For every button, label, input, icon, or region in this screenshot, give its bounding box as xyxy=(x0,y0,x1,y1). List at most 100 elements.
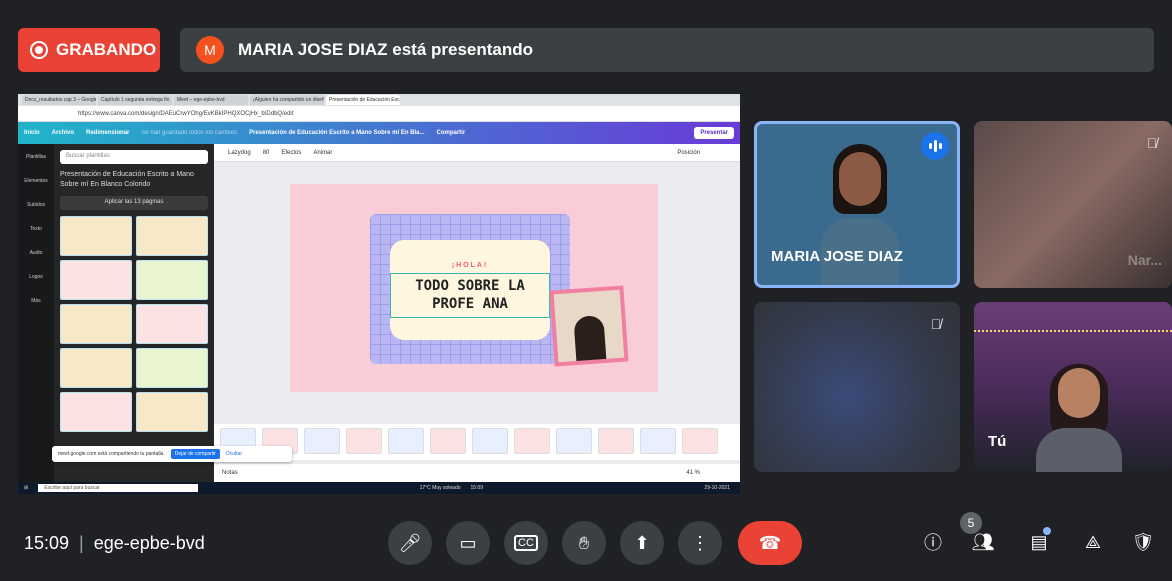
page-thumb[interactable] xyxy=(430,428,466,454)
canva-share-button[interactable]: Compartir xyxy=(437,130,466,136)
address-bar[interactable]: https://www.canva.com/design/DAEuCrwYOhg… xyxy=(18,106,740,122)
mic-off-icon: 🎙̸ xyxy=(1146,135,1158,151)
page-thumb[interactable] xyxy=(346,428,382,454)
presenting-banner: M MARIA JOSE DIAZ está presentando xyxy=(180,28,1154,72)
people-icon: 👥︎ xyxy=(971,531,995,552)
speaking-indicator-icon xyxy=(921,132,949,160)
page-thumb[interactable] xyxy=(556,428,592,454)
meeting-details-button[interactable]: ⓘ xyxy=(918,527,948,557)
side-elementos[interactable]: Elementos xyxy=(24,178,48,184)
template-thumb[interactable] xyxy=(60,259,132,300)
taskbar-date: 29-10-2021 xyxy=(704,485,730,491)
presenter-avatar: M xyxy=(196,36,224,64)
template-thumb[interactable] xyxy=(136,215,208,256)
page-thumb[interactable] xyxy=(514,428,550,454)
effects-button[interactable]: Efectos xyxy=(281,150,301,156)
slide-hola: ¡HOLA! xyxy=(451,262,489,269)
zoom-level[interactable]: 41 % xyxy=(686,470,700,476)
taskbar-time: 15:09 xyxy=(470,485,484,491)
camera-icon: ▭ xyxy=(459,532,477,553)
microphone-button[interactable]: 🎤︎ xyxy=(388,521,432,565)
browser-tab[interactable]: ¡Alguien ha compartido un diseño xyxy=(250,95,324,105)
browser-tab-active[interactable]: Presentación de Educación Escri xyxy=(326,95,400,105)
position-button[interactable]: Posición xyxy=(677,150,700,156)
page-thumb[interactable] xyxy=(388,428,424,454)
participant-video xyxy=(821,142,899,285)
page-filmstrip xyxy=(214,424,740,460)
template-thumb[interactable] xyxy=(136,391,208,432)
weather-widget[interactable]: 17°C Muy soleado xyxy=(420,485,461,491)
side-subidos[interactable]: Subidos xyxy=(27,202,45,208)
presenter-text: MARIA JOSE DIAZ está presentando xyxy=(238,40,534,59)
meeting-info: 15:09 | ege-epbe-bvd xyxy=(24,533,205,554)
more-vert-icon: ⋮ xyxy=(691,532,709,553)
slide-canvas[interactable]: ¡HOLA! TODO SOBRE LA PROFE ANA xyxy=(290,184,658,392)
page-thumb[interactable] xyxy=(598,428,634,454)
shared-screen[interactable]: Docs_resultados cap 3 – Google Capítulo … xyxy=(18,94,740,494)
camera-button[interactable]: ▭ xyxy=(446,521,490,565)
browser-tab[interactable]: Docs_resultados cap 3 – Google xyxy=(22,95,96,105)
template-thumb[interactable] xyxy=(60,391,132,432)
self-label: Tú xyxy=(988,433,1007,450)
canva-present-button[interactable]: Presentar xyxy=(694,127,734,139)
notes-button[interactable]: Notas xyxy=(222,470,238,476)
side-texto[interactable]: Texto xyxy=(30,226,42,232)
windows-start-icon[interactable]: ⊞ xyxy=(24,485,28,491)
captions-button[interactable]: CC xyxy=(504,521,548,565)
editor-toolbar: Lazydog 80 Efectos Animar Posición xyxy=(214,144,740,162)
font-size[interactable]: 80 xyxy=(263,150,270,156)
slide-photo[interactable] xyxy=(549,285,629,367)
canva-saved-status: Se han guardado todos los cambios xyxy=(141,130,238,136)
taskbar-search[interactable]: Escribe aquí para buscar xyxy=(38,484,199,492)
font-select[interactable]: Lazydog xyxy=(228,150,251,156)
separator: | xyxy=(79,533,84,553)
canva-menu-archivo[interactable]: Archivo xyxy=(52,130,74,136)
template-thumb[interactable] xyxy=(60,347,132,388)
raise-hand-button[interactable]: ✋︎ xyxy=(562,521,606,565)
hang-up-icon: ☎︎ xyxy=(758,532,782,553)
participant-tile-blurred[interactable]: 🎙̸ Nar... xyxy=(974,121,1172,288)
activities-icon: ⟁ xyxy=(1084,531,1102,552)
template-thumb[interactable] xyxy=(60,303,132,344)
captions-icon: CC xyxy=(514,535,538,551)
stop-sharing-button[interactable]: Dejar de compartir xyxy=(170,449,220,459)
page-thumb[interactable] xyxy=(640,428,676,454)
canva-toolbar: Inicio Archivo Redimensionar Se han guar… xyxy=(18,122,740,144)
browser-tab[interactable]: Capítulo 1 segunda entrega fin xyxy=(98,95,172,105)
meeting-code[interactable]: ege-epbe-bvd xyxy=(94,533,205,554)
page-thumb[interactable] xyxy=(682,428,718,454)
mic-off-icon: 🎙̸ xyxy=(930,316,942,332)
page-thumb[interactable] xyxy=(472,428,508,454)
template-thumb[interactable] xyxy=(136,347,208,388)
page-thumb[interactable] xyxy=(304,428,340,454)
participant-name: MARIA JOSE DIAZ xyxy=(771,248,903,265)
animate-button[interactable]: Animar xyxy=(313,150,332,156)
side-mas[interactable]: Más xyxy=(31,298,40,304)
hide-notice-button[interactable]: Ocultar xyxy=(226,451,242,457)
template-thumb[interactable] xyxy=(60,215,132,256)
template-search-input[interactable]: Buscar plantillas xyxy=(60,150,208,164)
template-thumb[interactable] xyxy=(136,303,208,344)
canva-menu-redimensionar[interactable]: Redimensionar xyxy=(86,130,129,136)
canva-doc-title[interactable]: Presentación de Educación Escrito a Mano… xyxy=(249,130,424,136)
participant-tile-self[interactable]: Tú xyxy=(974,302,1172,472)
template-thumb[interactable] xyxy=(136,259,208,300)
side-logos[interactable]: Logos xyxy=(29,274,43,280)
participant-tile-maria[interactable]: MARIA JOSE DIAZ xyxy=(754,121,960,288)
slide-title[interactable]: TODO SOBRE LA PROFE ANA xyxy=(390,273,550,318)
host-controls-button[interactable]: 🛡︎ xyxy=(1128,527,1158,557)
apply-pages-button[interactable]: Aplicar las 13 páginas xyxy=(60,195,208,210)
chat-notification-dot xyxy=(1043,527,1051,535)
template-thumbnails xyxy=(60,215,208,432)
canva-menu-inicio[interactable]: Inicio xyxy=(24,130,40,136)
browser-tab[interactable]: Meet – ege-epbe-bvd xyxy=(174,95,248,105)
canva-editor: Lazydog 80 Efectos Animar Posición ¡HOLA… xyxy=(214,144,740,482)
participant-tile-blurred[interactable]: 🎙̸ xyxy=(754,302,960,472)
present-screen-button[interactable]: ⬆ xyxy=(620,521,664,565)
activities-button[interactable]: ⟁ xyxy=(1078,527,1108,557)
side-audio[interactable]: Audio xyxy=(30,250,43,256)
recording-indicator[interactable]: GRABANDO xyxy=(18,28,160,72)
leave-call-button[interactable]: ☎︎ xyxy=(738,521,802,565)
more-options-button[interactable]: ⋮ xyxy=(678,521,722,565)
side-plantillas[interactable]: Plantillas xyxy=(26,154,46,160)
